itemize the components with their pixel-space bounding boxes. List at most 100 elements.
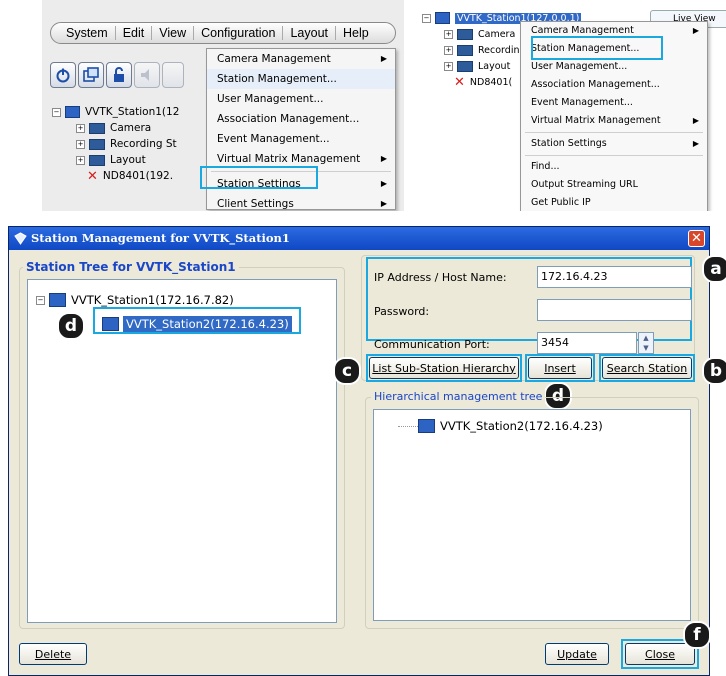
insert-button[interactable]: Insert [528,357,592,379]
list-sub-station-button[interactable]: List Sub-Station Hierarchy [369,357,519,379]
expand-icon[interactable]: + [444,45,453,55]
top-left-screenshot: System Edit View Configuration Layout He… [42,0,404,211]
menu-item-station-settings[interactable]: Station Settings ▶ [521,135,707,153]
menu-item-label: Station Settings [531,138,607,149]
collapse-icon[interactable]: − [36,295,45,305]
menu-item-label: Association Management... [531,79,660,90]
tree-item-label: Camera [478,28,516,40]
tree-root[interactable]: − VVTK_Station1(12 [52,104,179,120]
menu-help[interactable]: Help [336,26,376,40]
audio-button[interactable] [134,62,160,88]
tree-item-label: ND8401( [469,76,513,88]
port-stepper[interactable]: ▲ ▼ [638,332,654,354]
menu-item-client-settings[interactable]: Client Settings ▶ [207,194,395,211]
submenu-arrow-icon: ▶ [380,154,387,163]
menu-item-event-management[interactable]: Event Management... [521,94,707,112]
tree-item-camera[interactable]: + Camera [76,120,179,136]
stepper-down-icon[interactable]: ▼ [639,343,653,353]
menu-item-label: User Management... [531,61,628,72]
lock-button[interactable] [106,62,132,88]
menu-item-user-management[interactable]: User Management... [207,89,395,109]
expand-icon[interactable]: + [444,61,453,71]
close-button[interactable]: Close [625,643,695,665]
menu-item-station-management[interactable]: Station Management... [207,69,395,89]
highlight-station-management [531,36,663,60]
menu-separator [525,155,703,156]
station-tree-left: − VVTK_Station1(12 + Camera + Recording … [52,104,179,184]
close-icon[interactable]: ✕ [688,230,705,247]
delete-button[interactable]: Delete [19,643,87,665]
tree-item-label: Camera [110,122,152,134]
menu-edit[interactable]: Edit [116,26,153,40]
expand-icon[interactable]: + [76,155,85,165]
menu-item-label: Camera Management [531,25,634,36]
menu-item-label: User Management... [217,93,324,105]
menu-system[interactable]: System [59,26,116,40]
toolbar-button-partial[interactable] [162,62,184,88]
hierarchy-title: Hierarchical management tree [371,390,546,403]
password-label: Password: [374,305,430,318]
update-button[interactable]: Update [545,643,609,665]
tree-item-label: Layout [478,60,511,72]
station-icon [435,12,450,24]
menu-item-label: Event Management... [217,133,330,145]
menu-item-find[interactable]: Find... [521,158,707,176]
menu-item-get-public-ip[interactable]: Get Public IP [521,194,707,211]
window-button[interactable] [78,62,104,88]
ip-address-input[interactable]: 172.16.4.23 [537,266,692,288]
button-label: Search Station [606,361,688,375]
menu-item-label: Find... [531,161,560,172]
menu-view[interactable]: View [152,26,195,40]
tree-item-label: Layout [110,154,146,166]
menu-item-association-management[interactable]: Association Management... [207,109,395,129]
port-input[interactable]: 3454 [537,332,637,354]
expand-icon[interactable]: + [76,139,85,149]
menu-item-label: Association Management... [217,113,360,125]
menu-item-user-management[interactable]: User Management... [521,58,707,76]
highlight-station2 [93,307,301,334]
menu-item-label: Output Streaming URL [531,179,638,190]
button-label: List Sub-Station Hierarchy [372,361,516,375]
close-glyph: ✕ [691,231,702,246]
power-button[interactable] [50,62,76,88]
password-input[interactable] [537,299,692,321]
search-station-button[interactable]: Search Station [602,357,692,379]
menu-item-association-management[interactable]: Association Management... [521,76,707,94]
menu-item-label: Station Management... [217,73,337,85]
highlight-station-settings [200,166,318,189]
tree-item-layout[interactable]: + Layout [76,152,179,168]
hier-item-station2[interactable]: VVTK_Station2(172.16.4.23) [418,418,603,434]
menu-item-virtual-matrix[interactable]: Virtual Matrix Management ▶ [521,112,707,130]
tree-item-recording[interactable]: + Recording St [76,136,179,152]
menu-item-label: Client Settings [217,198,294,210]
menu-item-camera-management[interactable]: Camera Management ▶ [207,49,395,69]
callout-a: a [702,255,726,283]
tree-item-nvr[interactable]: ✕ ND8401(192. [87,168,179,184]
menu-configuration[interactable]: Configuration [194,26,284,40]
submenu-arrow-icon: ▶ [380,54,387,63]
hier-item-label: VVTK_Station2(172.16.4.23) [440,419,603,433]
tree-connector [398,426,418,427]
menu-layout[interactable]: Layout [283,26,336,40]
callout-c: c [333,357,361,385]
expand-icon[interactable]: + [76,123,85,133]
hierarchy-tree-view[interactable]: VVTK_Station2(172.16.4.23) [373,409,691,621]
menu-item-event-management[interactable]: Event Management... [207,129,395,149]
button-label: Insert [544,361,576,375]
menu-separator [525,132,703,133]
submenu-arrow-icon: ▶ [380,199,387,208]
collapse-icon[interactable]: − [52,107,61,117]
dialog-titlebar: Station Management for VVTK_Station1 [9,227,709,250]
callout-b: b [702,357,726,385]
speaker-icon [141,69,149,81]
lock-icon [114,67,124,82]
expand-icon[interactable]: + [444,29,453,39]
collapse-icon[interactable]: − [422,13,431,23]
app-icon [14,232,27,245]
menu-item-output-streaming-url[interactable]: Output Streaming URL [521,176,707,194]
stepper-up-icon[interactable]: ▲ [639,333,653,343]
station-icon [418,419,435,433]
folder-icon [457,60,473,72]
folder-icon [89,138,105,150]
tree-root-station1[interactable]: − VVTK_Station1(172.16.7.82) [36,292,234,308]
